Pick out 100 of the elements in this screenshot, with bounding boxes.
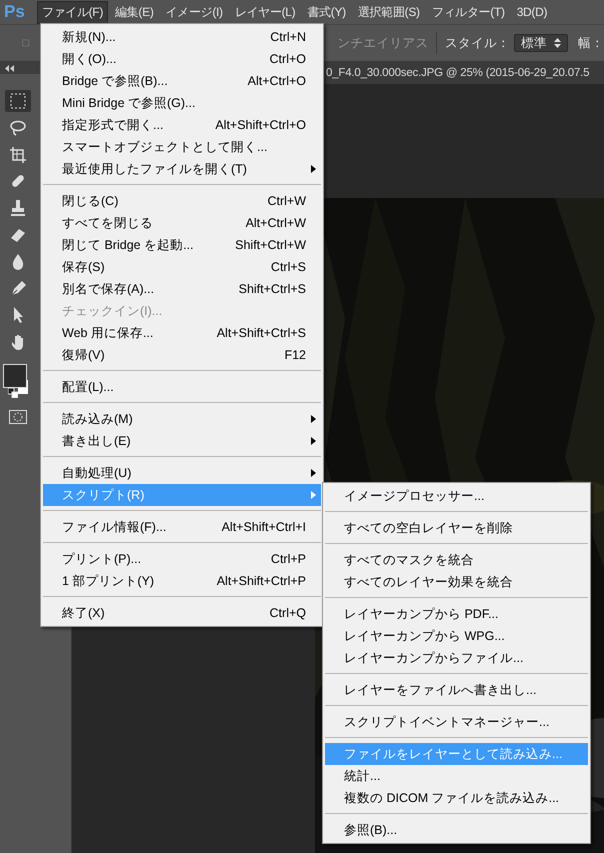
lasso-icon[interactable] [9,118,27,137]
collapse-icon[interactable] [5,64,15,72]
shortcut-label: Shift+Ctrl+W [235,238,306,252]
menu-item[interactable]: すべての空白レイヤーを削除 [325,517,588,539]
menu-item[interactable]: 保存(S) Ctrl+S [43,256,321,278]
menu-item[interactable]: 開く(O)... Ctrl+O [43,48,321,70]
menu-item[interactable]: レイヤーをファイルへ書き出し... [325,679,588,701]
menu-item[interactable]: 統計... [325,765,588,787]
menu-item-label: すべてを閉じる [62,214,154,232]
menu-item[interactable]: レイヤーカンプから PDF... [325,603,588,625]
menu-item-label: 書き出し(E) [62,432,132,450]
menu-item[interactable]: 復帰(V) F12 [43,344,321,366]
width-label: 幅： [578,34,604,52]
menu-item[interactable]: すべてのマスクを統合 [325,549,588,571]
menu-item[interactable]: スクリプトイベントマネージャー... [325,711,588,733]
menu-item[interactable]: 閉じる(C) Ctrl+W [43,190,321,212]
menu-item[interactable]: Mini Bridge で参照(G)... [43,92,321,114]
menu-item-label: ファイル情報(F)... [62,518,168,536]
menu-item[interactable]: レイヤーカンプから WPG... [325,625,588,647]
menu-item-label: 統計... [344,768,382,784]
stamp-icon[interactable] [9,199,27,218]
menu-item-label: 別名で保存(A)... [62,280,156,298]
menu-item[interactable]: Bridge で参照(B)... Alt+Ctrl+O [43,70,321,92]
menu-bar-item[interactable]: 3D(D) [512,2,552,22]
menu-item-label: スマートオブジェクトとして開く... [62,138,268,156]
menu-bar-item[interactable]: フィルター(T) [426,0,510,24]
menu-item[interactable]: 別名で保存(A)... Shift+Ctrl+S [43,278,321,300]
menu-item[interactable]: 複数の DICOM ファイルを読み込み... [325,787,588,809]
shortcut-label: Ctrl+W [267,194,306,208]
menu-bar-item[interactable]: 選択範囲(S) [352,0,425,24]
menu-item-label: 読み込み(M) [62,410,134,428]
menu-item-label: 復帰(V) [62,346,106,364]
menu-item-label: 指定形式で開く... [62,116,164,134]
menu-bar-item[interactable]: レイヤー(L) [230,0,300,24]
shortcut-label: F12 [284,348,306,362]
menu-item[interactable]: イメージプロセッサー... [325,485,588,507]
menu-item[interactable]: 自動処理(U) [43,462,321,484]
menu-item-label: レイヤーカンプから WPG... [344,628,506,644]
menu-item[interactable]: レイヤーカンプからファイル... [325,647,588,669]
menu-item[interactable]: 指定形式で開く... Alt+Shift+Ctrl+O [43,114,321,136]
menu-item-label: 閉じる(C) [62,192,120,210]
app-logo: Ps [4,2,25,22]
menu-item-label: 参照(B)... [344,822,398,838]
menu-item-label: スクリプト(R) [62,486,146,504]
menu-item[interactable]: 配置(L)... [43,376,321,398]
menu-item[interactable]: すべてのレイヤー効果を統合 [325,571,588,593]
menu-bar-item[interactable]: 書式(Y) [302,0,351,24]
menu-item-label: Bridge で参照(B)... [62,72,169,90]
menu-bar-item[interactable]: イメージ(I) [160,0,228,24]
menu-item-label: 自動処理(U) [62,464,132,482]
menu-item[interactable]: スマートオブジェクトとして開く... [43,136,321,158]
menu-item-label: レイヤーをファイルへ書き出し... [344,682,538,698]
shortcut-label: Alt+Shift+Ctrl+S [216,326,306,340]
menu-item[interactable]: 読み込み(M) [43,408,321,430]
menu-item-label: ファイルをレイヤーとして読み込み... [344,746,564,762]
menu-item-label: 閉じて Bridge を起動... [62,236,194,254]
menu-bar-item[interactable]: ファイル(F) [36,0,108,24]
menu-item[interactable]: 1 部プリント(Y) Alt+Shift+Ctrl+P [43,570,321,592]
menu-item[interactable]: 書き出し(E) [43,430,321,452]
menu-item-label: チェックイン(I)... [62,302,164,320]
crop-icon[interactable] [9,146,27,164]
menu-bar-item[interactable]: 編集(E) [110,0,159,24]
shortcut-label: Alt+Ctrl+O [248,74,306,88]
menu-item[interactable]: 最近使用したファイルを開く(T) [43,158,321,180]
shortcut-label: Alt+Ctrl+W [246,216,306,230]
marquee-tool-icon[interactable] [9,92,27,110]
shortcut-label: Alt+Shift+Ctrl+I [222,520,306,534]
shortcut-label: Ctrl+Q [270,606,306,620]
menu-item-label: プリント(P)... [62,550,142,568]
menu-item-label: 1 部プリント(Y) [62,572,156,590]
menu-item-label: 保存(S) [62,258,106,276]
default-colors-icon[interactable] [8,388,18,398]
menu-item-label: レイヤーカンプから PDF... [344,606,500,622]
spinner-arrows-icon [554,38,561,48]
menu-item-label: イメージプロセッサー... [344,488,486,504]
menu-item-label: すべてのレイヤー効果を統合 [344,574,514,590]
menu-item-label: Mini Bridge で参照(G)... [62,94,196,112]
menu-item[interactable]: プリント(P)... Ctrl+P [43,548,321,570]
menu-item[interactable]: 新規(N)... Ctrl+N [43,26,321,48]
shortcut-label: Ctrl+P [270,552,306,566]
pen-icon[interactable] [9,280,27,298]
menu-item[interactable]: 閉じて Bridge を起動... Shift+Ctrl+W [43,234,321,256]
menu-item[interactable]: 終了(X) Ctrl+Q [43,602,321,624]
menu-item[interactable]: 参照(B)... [325,819,588,841]
menu-item-label: すべての空白レイヤーを削除 [344,520,514,536]
menu-item-label: 終了(X) [62,604,106,622]
shortcut-label: Shift+Ctrl+S [238,282,306,296]
shortcut-label: Ctrl+O [270,52,306,66]
menu-item[interactable]: Web 用に保存... Alt+Shift+Ctrl+S [43,322,321,344]
menu-item[interactable]: すべてを閉じる Alt+Ctrl+W [43,212,321,234]
menu-item-label: すべてのマスクを統合 [344,552,475,568]
menu-item-label: スクリプトイベントマネージャー... [344,714,550,730]
anti-alias-label: ンチエイリアス [337,34,428,52]
style-select[interactable]: 標準 [514,34,568,52]
menu-item[interactable]: ファイル情報(F)... Alt+Shift+Ctrl+I [43,516,321,538]
shortcut-label: Alt+Shift+Ctrl+O [215,118,306,132]
shortcut-label: Alt+Shift+Ctrl+P [216,574,306,588]
menu-item-label: レイヤーカンプからファイル... [344,650,524,666]
quick-mask-icon[interactable] [9,410,27,424]
menu-item-label: 新規(N)... [62,28,117,46]
